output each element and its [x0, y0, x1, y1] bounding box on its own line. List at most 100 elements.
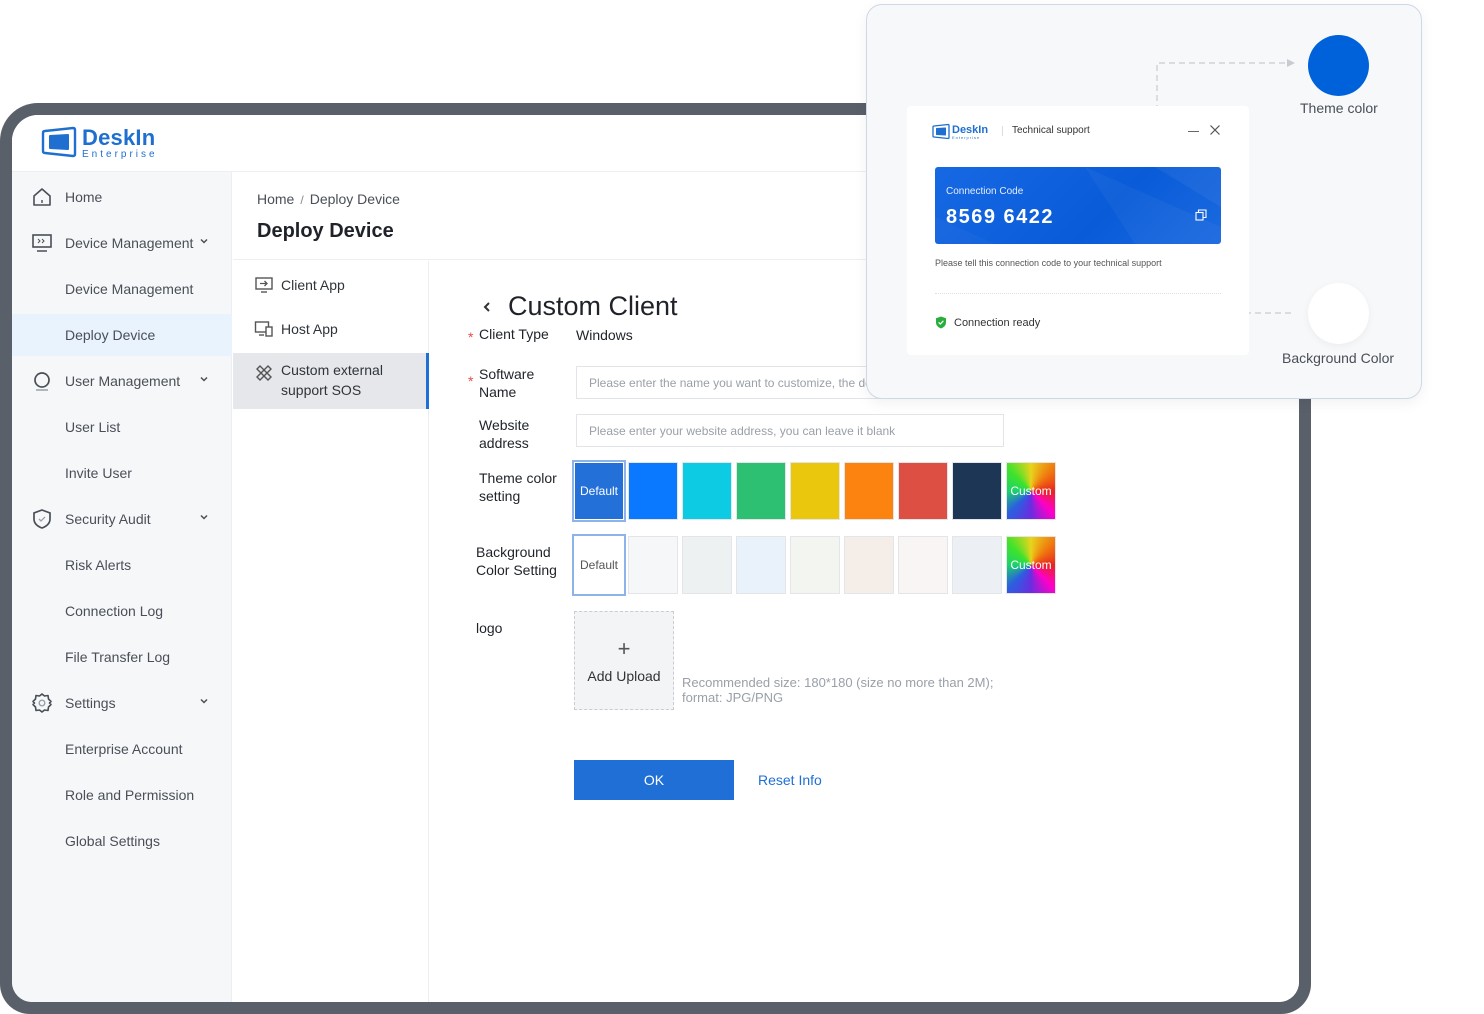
theme-color-swatch[interactable]	[790, 462, 840, 520]
gear-icon	[32, 693, 52, 713]
brand-logo[interactable]: DeskIn Enterprise	[41, 125, 158, 161]
breadcrumb-home[interactable]: Home	[257, 191, 294, 207]
subnav-item-client-app[interactable]: Client App	[233, 275, 429, 295]
monitor-icon	[32, 234, 52, 252]
sidebar-item-deploy-device[interactable]: Deploy Device	[12, 314, 232, 356]
close-icon[interactable]	[1209, 124, 1221, 136]
sidebar-item-label: Invite User	[65, 465, 132, 481]
sidebar-item-connection-log[interactable]: Connection Log	[12, 590, 232, 632]
sidebar-item-label: Home	[65, 189, 103, 205]
background-color-swatch[interactable]	[736, 536, 786, 594]
upload-label: Add Upload	[587, 667, 661, 684]
theme-color-swatch[interactable]	[952, 462, 1002, 520]
sidebar-item-role-and-permission[interactable]: Role and Permission	[12, 774, 232, 816]
sidebar-item-label: Connection Log	[65, 603, 164, 619]
ok-button[interactable]: OK	[574, 760, 734, 800]
subnav-item-label: Custom external support SOS	[281, 360, 383, 400]
software-name-label: Software Name	[479, 365, 534, 401]
background-color-swatch[interactable]	[628, 536, 678, 594]
connection-code-card: Connection Code 8569 6422	[935, 167, 1221, 244]
host-app-icon	[254, 321, 273, 337]
theme-color-swatch[interactable]	[736, 462, 786, 520]
subnav-item-custom-sos[interactable]: Custom external support SOS	[233, 353, 429, 409]
subnav-item-host-app[interactable]: Host App	[233, 319, 429, 339]
deskin-logo-icon	[932, 123, 950, 140]
sidebar-item-label: User List	[65, 419, 121, 435]
sidebar-item-device-management[interactable]: Device Management	[12, 268, 232, 310]
theme-color-swatch[interactable]	[844, 462, 894, 520]
theme-color-preview-circle	[1308, 35, 1369, 96]
dialog-divider	[935, 293, 1221, 294]
client-type-value: Windows	[576, 327, 633, 343]
sidebar-item-label: Device Management	[65, 281, 194, 297]
sidebar-item-security-audit-group[interactable]: Security Audit	[12, 498, 232, 540]
required-marker: *	[468, 373, 474, 389]
background-color-preview-label: Background Color	[1282, 350, 1395, 366]
sidebar-item-home[interactable]: Home	[12, 176, 232, 218]
label-line-2: Color Setting	[476, 562, 557, 578]
sidebar-item-enterprise-account[interactable]: Enterprise Account	[12, 728, 232, 770]
theme-color-swatch[interactable]	[682, 462, 732, 520]
theme-color-label: Theme color setting	[479, 469, 557, 505]
dialog-title-divider	[1002, 126, 1003, 136]
chevron-down-icon	[200, 698, 208, 704]
background-color-swatch-custom[interactable]: Custom	[1006, 536, 1056, 594]
back-chevron-icon[interactable]	[480, 300, 494, 314]
sidebar-item-risk-alerts[interactable]: Risk Alerts	[12, 544, 232, 586]
theme-color-swatch-custom[interactable]: Custom	[1006, 462, 1056, 520]
background-color-swatch[interactable]	[898, 536, 948, 594]
theme-color-swatch[interactable]	[898, 462, 948, 520]
deskin-logo-icon	[41, 126, 77, 158]
required-marker: *	[468, 329, 474, 345]
label-line-1: Software	[479, 366, 535, 382]
theme-color-preview-label: Theme color	[1300, 100, 1378, 116]
sidebar-item-label: Device Management	[65, 235, 194, 251]
page-title: Deploy Device	[257, 220, 394, 242]
sidebar-item-device-management-group[interactable]: Device Management	[12, 222, 232, 264]
sidebar-item-label: Risk Alerts	[65, 557, 132, 573]
hint-line-1: Recommended size: 180*180 (size no more …	[682, 675, 994, 690]
subnav-label-line-2: support SOS	[281, 382, 362, 398]
swatch-label: Default	[579, 558, 619, 572]
theme-color-swatches: Default Custom	[572, 460, 1056, 522]
reset-info-link[interactable]: Reset Info	[758, 772, 822, 788]
plus-icon: +	[617, 635, 631, 661]
sidebar-item-invite-user[interactable]: Invite User	[12, 452, 232, 494]
label-line-2: setting	[479, 488, 521, 504]
swatch-label: Custom	[1010, 558, 1052, 572]
swatch-label: Custom	[1010, 484, 1052, 498]
sidebar-item-user-list[interactable]: User List	[12, 406, 232, 448]
sidebar-item-user-management-group[interactable]: User Management	[12, 360, 232, 402]
background-color-preview-circle	[1308, 283, 1369, 344]
sidebar-item-settings-group[interactable]: Settings	[12, 682, 232, 724]
theme-color-swatch-default[interactable]: Default	[572, 460, 626, 522]
label-line-2: Name	[479, 384, 517, 400]
background-color-swatch-default[interactable]: Default	[572, 534, 626, 596]
dialog-hint: Please tell this connection code to your…	[935, 258, 1162, 268]
brand-name: DeskIn	[82, 124, 156, 150]
website-input[interactable]	[576, 414, 1004, 447]
sidebar-item-global-settings[interactable]: Global Settings	[12, 820, 232, 862]
connection-code-label: Connection Code	[946, 186, 1024, 197]
background-color-swatch[interactable]	[952, 536, 1002, 594]
logo-upload-button[interactable]: + Add Upload	[574, 611, 674, 710]
sidebar-item-label: User Management	[65, 373, 181, 389]
label-line-2: address	[479, 435, 529, 451]
logo-hint: Recommended size: 180*180 (size no more …	[682, 675, 993, 705]
subnav-label-line-1: Custom external	[281, 362, 383, 378]
deploy-subnav: Client App Host App Custom external suppo…	[233, 261, 429, 1002]
shield-icon	[33, 509, 51, 529]
minimize-icon[interactable]	[1188, 131, 1199, 132]
sidebar-item-file-transfer-log[interactable]: File Transfer Log	[12, 636, 232, 678]
chevron-down-icon	[200, 238, 208, 244]
connection-code-value: 8569 6422	[946, 206, 1055, 228]
background-color-swatch[interactable]	[790, 536, 840, 594]
website-label: Website address	[479, 416, 529, 452]
copy-icon[interactable]	[1195, 209, 1207, 221]
background-color-swatches: Default Custom	[572, 534, 1056, 596]
background-color-swatch[interactable]	[844, 536, 894, 594]
background-color-swatch[interactable]	[682, 536, 732, 594]
label-line-1: Background	[476, 544, 551, 560]
theme-color-swatch[interactable]	[628, 462, 678, 520]
label-line-1: Theme color	[479, 470, 557, 486]
